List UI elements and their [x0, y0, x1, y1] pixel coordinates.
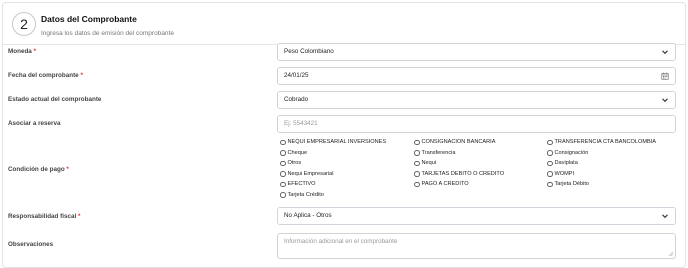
condicion-label-text: Condición de pago — [8, 166, 65, 173]
payment-option-label: WOMPI — [554, 170, 575, 177]
payment-option-label: Nequi — [421, 160, 437, 166]
payment-option-label: CONSIGNACION BANCARIA — [421, 139, 496, 145]
payment-option[interactable]: EFECTIVO — [280, 180, 315, 189]
reserva-input[interactable]: Ej: 5543421 — [277, 115, 676, 133]
payment-option[interactable]: Nequi — [414, 159, 436, 168]
estado-value: Cobrado — [284, 96, 309, 103]
responsabilidad-select[interactable]: No Aplica - Otros — [277, 207, 676, 225]
chevron-down-icon — [662, 50, 668, 55]
payment-option[interactable]: TARJETAS DEBITO O CREDITO — [414, 170, 504, 179]
payment-option-label: Consignación — [554, 149, 589, 156]
moneda-label: Moneda * — [8, 48, 36, 55]
payment-option-label: Cheque — [287, 149, 308, 156]
moneda-label-text: Moneda — [8, 48, 32, 55]
fecha-label-text: Fecha del comprobante — [8, 72, 79, 79]
fecha-value: 24/01/25 — [284, 72, 309, 79]
payment-option-label: Nequi Empresarial — [287, 170, 334, 177]
observaciones-textarea[interactable]: Información adicional en el comprobante — [277, 233, 676, 259]
payment-option[interactable]: PAGO A CREDITO — [414, 180, 469, 189]
payment-option-label: Transferencia — [421, 149, 456, 156]
observaciones-label: Observaciones — [8, 241, 53, 248]
fecha-input[interactable]: 24/01/25 — [277, 67, 676, 85]
reserva-label-text: Asociar a reserva — [8, 120, 61, 127]
payment-option-label: PAGO A CREDITO — [421, 181, 469, 187]
observaciones-placeholder: Información adicional en el comprobante — [284, 238, 398, 245]
responsabilidad-value: No Aplica - Otros — [284, 212, 332, 219]
radio-button[interactable] — [547, 181, 553, 188]
radio-button[interactable] — [414, 160, 420, 167]
radio-button[interactable] — [280, 171, 286, 177]
moneda-value: Peso Colombiano — [284, 48, 334, 55]
comprobante-card: 2 Datos del Comprobante Ingresa los dato… — [2, 2, 686, 268]
resize-handle-icon[interactable] — [668, 251, 673, 256]
condicion-label: Condición de pago * — [8, 166, 69, 173]
payment-option-label: NEQUI EMPRESARIAL INVERSIONES — [287, 139, 387, 145]
fecha-label: Fecha del comprobante * — [8, 72, 83, 79]
responsabilidad-label: Responsabilidad fiscal * — [8, 213, 80, 220]
radio-button[interactable] — [547, 150, 553, 156]
estado-label: Estado actual del comprobante — [8, 96, 101, 103]
required-marker: * — [78, 213, 81, 220]
estado-label-text: Estado actual del comprobante — [8, 96, 102, 103]
calendar-icon[interactable] — [661, 72, 669, 80]
radio-button[interactable] — [280, 150, 286, 156]
payment-option[interactable]: Otros — [280, 159, 301, 168]
radio-button[interactable] — [547, 160, 553, 167]
observaciones-label-text: Observaciones — [8, 241, 54, 248]
required-marker: * — [33, 48, 36, 55]
payment-option[interactable]: Nequi Empresarial — [280, 170, 334, 179]
payment-option-label: TARJETAS DEBITO O CREDITO — [421, 170, 505, 177]
payment-option[interactable]: Consignación — [547, 149, 588, 158]
payment-option[interactable]: Transferencia — [414, 149, 456, 158]
estado-select[interactable]: Cobrado — [277, 91, 676, 109]
responsabilidad-label-text: Responsabilidad fiscal — [8, 213, 77, 220]
payment-option[interactable]: TRANSFERENCIA CTA BANCOLOMBIA — [547, 138, 656, 147]
payment-option-label: TRANSFERENCIA CTA BANCOLOMBIA — [554, 139, 657, 145]
moneda-select[interactable]: Peso Colombiano — [277, 43, 676, 61]
payment-option[interactable]: Tarjeta Débito — [547, 180, 589, 189]
section-subtitle: Ingresa los datos de emisión del comprob… — [41, 30, 174, 37]
radio-button[interactable] — [414, 150, 420, 156]
reserva-label: Asociar a reserva — [8, 120, 61, 127]
payment-option-label: Tarjeta Débito — [554, 181, 590, 187]
radio-button[interactable] — [280, 139, 286, 146]
required-marker: * — [80, 72, 83, 79]
radio-button[interactable] — [414, 171, 420, 177]
chevron-down-icon — [662, 214, 668, 219]
step-number: 2 — [12, 12, 36, 36]
payment-option-label: EFECTIVO — [287, 181, 316, 187]
payment-option[interactable]: Tarjeta Crédito — [280, 191, 324, 200]
reserva-placeholder: Ej: 5543421 — [284, 120, 318, 127]
payment-option-label: Otros — [287, 160, 302, 166]
radio-button[interactable] — [547, 171, 553, 177]
payment-option[interactable]: WOMPI — [547, 170, 574, 179]
payment-option[interactable]: CONSIGNACION BANCARIA — [414, 138, 495, 147]
radio-button[interactable] — [280, 181, 286, 188]
radio-button[interactable] — [547, 139, 553, 146]
payment-option-label: Tarjeta Crédito — [287, 191, 324, 198]
chevron-down-icon — [662, 98, 668, 103]
payment-option[interactable]: Daviplata — [547, 159, 578, 168]
required-marker: * — [66, 166, 69, 173]
radio-button[interactable] — [414, 181, 420, 188]
payment-option[interactable]: NEQUI EMPRESARIAL INVERSIONES — [280, 138, 386, 147]
radio-button[interactable] — [280, 160, 286, 167]
radio-button[interactable] — [280, 192, 286, 198]
payment-option[interactable]: Cheque — [280, 149, 307, 158]
radio-button[interactable] — [414, 139, 420, 146]
payment-option-label: Daviplata — [554, 160, 578, 166]
section-title: Datos del Comprobante — [41, 14, 137, 24]
